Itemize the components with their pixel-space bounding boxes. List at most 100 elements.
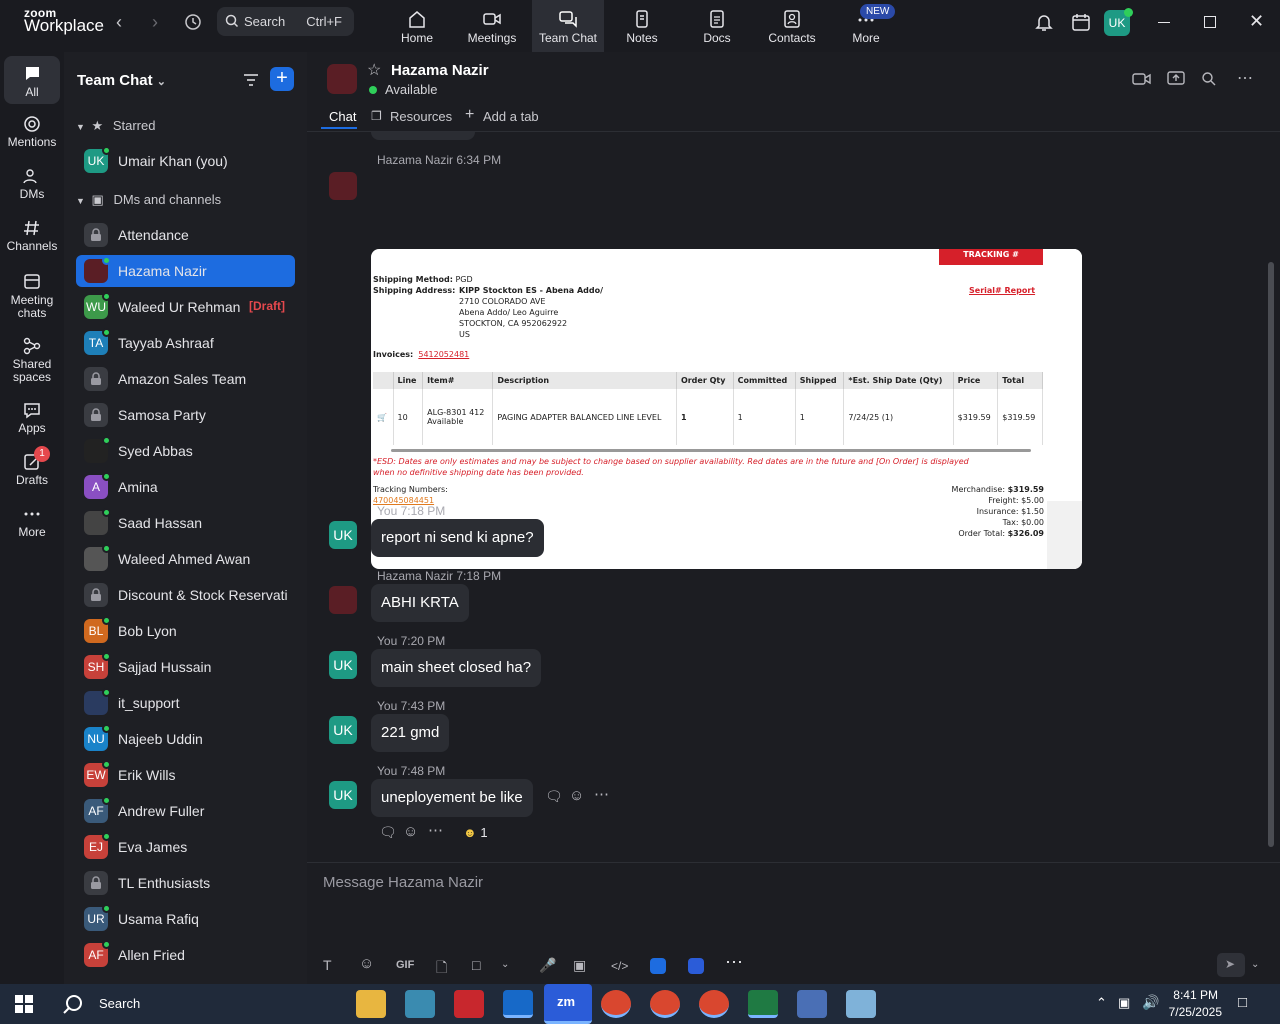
app-icon[interactable] [650,958,666,974]
history-icon[interactable] [184,13,202,31]
star-outline-icon[interactable]: ☆ [367,60,381,80]
file-explorer-icon[interactable] [356,990,386,1018]
emoji-icon[interactable]: ☺ [359,955,374,972]
emoji-react-icon[interactable]: ☺ [403,823,418,840]
sidebar-item[interactable]: Waleed Ahmed Awan [76,543,295,575]
video-message-icon[interactable]: ▣ [573,957,586,974]
file-icon[interactable]: 🗋 [436,957,447,981]
send-button[interactable]: ➤ [1217,953,1245,977]
search-chat-icon[interactable] [1201,71,1217,87]
sidebar-item[interactable]: BL Bob Lyon [76,615,295,647]
sidebar-item[interactable]: Discount & Stock Reservati... [76,579,295,611]
code-snippet-icon[interactable]: </> [611,959,628,973]
message-bubble[interactable]: ABHI KRTA [371,584,469,622]
sidebar-item[interactable]: TL Enthusiasts [76,867,295,899]
avatar[interactable]: UK [329,651,357,679]
contact-name[interactable]: Hazama Nazir [391,62,489,79]
outlook-icon[interactable] [503,990,533,1018]
contact-avatar[interactable] [327,64,357,94]
reply-icon[interactable]: 🗨 [545,788,563,805]
minimize-icon[interactable] [1158,22,1170,23]
message-more-icon[interactable]: ⋯ [594,785,609,803]
message-bubble[interactable]: report ni send ki apne? [371,519,544,557]
zoom-app-icon[interactable] [688,958,704,974]
sidebar-item[interactable]: TA Tayyab Ashraaf [76,327,295,359]
zoom-taskbar-icon[interactable]: zm [544,984,592,1024]
network-icon[interactable]: ▣ [1118,995,1130,1011]
close-icon[interactable]: ✕ [1249,11,1264,32]
video-call-icon[interactable] [1132,72,1152,86]
screenshot-icon[interactable]: □ [472,957,480,973]
sidebar-item[interactable]: Hazama Nazir [76,255,295,287]
scrollbar[interactable] [1268,262,1274,847]
forward-arrow-icon[interactable]: › [152,12,158,33]
back-arrow-icon[interactable]: ‹ [116,12,122,33]
message-more-icon[interactable]: ⋯ [428,821,443,839]
message-bubble[interactable]: uneployement be like [371,779,533,817]
rail-more[interactable]: More [0,504,64,539]
avatar[interactable] [329,586,357,614]
tray-chevron-icon[interactable]: ⌃ [1096,995,1107,1011]
windows-start-icon[interactable] [15,995,33,1013]
sidebar-title[interactable]: Team Chat ⌄ [77,72,166,89]
tab-resources[interactable]: Resources [390,109,452,124]
filter-icon[interactable] [242,72,260,88]
sidebar-item[interactable]: Amazon Sales Team [76,363,295,395]
sidebar-item[interactable]: NU Najeeb Uddin [76,723,295,755]
sidebar-item[interactable]: it_support [76,687,295,719]
sidebar-item[interactable]: Syed Abbas [76,435,295,467]
sidebar-item[interactable]: EJ Eva James [76,831,295,863]
taskbar-search-label[interactable]: Search [99,996,140,1011]
composer-more-icon[interactable]: ⋯ [725,952,743,973]
avatar[interactable]: UK [329,781,357,809]
notifications-icon[interactable]: □ [1238,994,1247,1011]
sidebar-item[interactable]: SH Sajjad Hussain [76,651,295,683]
sidebar-item[interactable]: Saad Hassan [76,507,295,539]
tab-home[interactable]: Home [381,0,453,52]
rail-dms[interactable]: DMs [0,166,64,201]
sidebar-item[interactable]: AF Andrew Fuller [76,795,295,827]
sidebar-item[interactable]: Attendance [76,219,295,251]
clock-time[interactable]: 8:41 PM [1164,988,1218,1002]
tab-docs[interactable]: Docs [681,0,753,52]
format-text-icon[interactable]: T [323,957,332,973]
chrome-icon[interactable] [601,990,631,1018]
sidebar-item-self[interactable]: UK Umair Khan (you) [76,145,295,177]
tab-chat[interactable]: Chat [329,109,356,124]
bell-icon[interactable] [1035,12,1053,32]
rail-shared-spaces[interactable]: Shared spaces [0,336,64,384]
microphone-icon[interactable]: 🎤 [539,957,556,974]
message-list[interactable]: Hazama Nazir 6:34 PM TRACKING # Shipping… [307,132,1267,862]
message-bubble[interactable]: 221 gmd [371,714,450,752]
tab-contacts[interactable]: Contacts [756,0,828,52]
clock-date[interactable]: 7/25/2025 [1164,1005,1222,1019]
new-chat-button[interactable]: + [270,67,294,91]
taskbar-search-icon[interactable] [62,994,84,1016]
chrome-icon[interactable] [699,990,729,1018]
avatar[interactable] [329,172,357,200]
app-icon[interactable] [846,990,876,1018]
tab-notes[interactable]: Notes [606,0,678,52]
starred-section[interactable]: ▼ ★ Starred [76,118,155,134]
tab-team-chat[interactable]: Team Chat [532,0,604,52]
sidebar-item[interactable]: AF Allen Fried [76,939,295,971]
rail-mentions[interactable]: Mentions [0,114,64,149]
message-bubble[interactable]: main sheet closed ha? [371,649,542,687]
screenshot-chevron-icon[interactable]: ⌄ [501,959,509,970]
chrome-icon[interactable] [650,990,680,1018]
rail-apps[interactable]: Apps [0,400,64,435]
avatar[interactable]: UK [329,521,357,549]
filezilla-icon[interactable] [454,990,484,1018]
rail-drafts[interactable]: Drafts 1 [0,446,64,487]
more-options-icon[interactable]: ⋯ [1237,68,1253,88]
rail-all[interactable]: All [4,56,60,104]
sidebar-item[interactable]: Samosa Party [76,399,295,431]
tab-meetings[interactable]: Meetings [456,0,528,52]
send-options-chevron-icon[interactable]: ⌄ [1251,959,1259,970]
excel-icon[interactable] [748,990,778,1018]
calculator-icon[interactable] [797,990,827,1018]
emoji-react-icon[interactable]: ☺ [569,787,584,804]
avatar[interactable]: UK [329,716,357,744]
restore-icon[interactable] [1204,16,1216,28]
gif-button[interactable]: GIF [396,959,414,971]
